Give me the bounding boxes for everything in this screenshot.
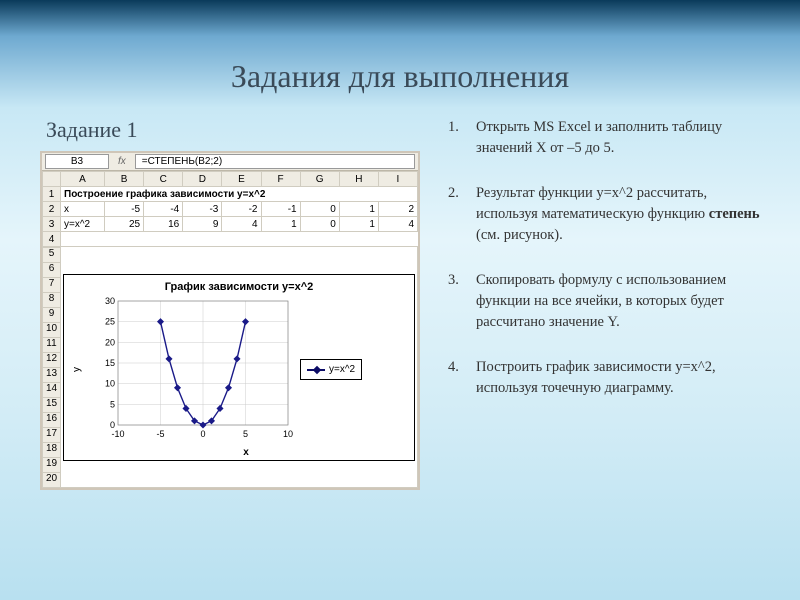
chart-legend: y=x^2 [300,359,362,380]
col-header: H [339,172,378,187]
chart-row: 567891011121314151617181920 График завис… [43,247,418,488]
row-1: 1 Построение графика зависимости y=x^2 [43,187,418,202]
right-column: Открыть MS Excel и заполнить таблицу зна… [448,117,760,490]
chart-plot: 051015202530-10-50510 [84,295,294,445]
col-header: F [261,172,300,187]
col-header: I [378,172,417,187]
svg-text:5: 5 [110,399,115,409]
instruction-item: Результат функции y=x^2 рассчитать, испо… [448,183,760,246]
page-title: Задания для выполнения [40,58,760,95]
fx-icon: fx [112,156,132,167]
col-header [43,172,61,187]
columns: Задание 1 B3 fx =СТЕПЕНЬ(B2;2) ABCDEFGHI… [40,117,760,490]
svg-text:10: 10 [283,429,293,439]
col-header: A [61,172,105,187]
formula-bar: B3 fx =СТЕПЕНЬ(B2;2) [42,153,418,171]
slide: Задания для выполнения Задание 1 B3 fx =… [0,0,800,600]
col-header: D [183,172,222,187]
instruction-list: Открыть MS Excel и заполнить таблицу зна… [448,117,760,399]
name-box: B3 [45,154,109,169]
svg-text:30: 30 [105,296,115,306]
left-column: Задание 1 B3 fx =СТЕПЕНЬ(B2;2) ABCDEFGHI… [40,117,420,490]
col-header: C [144,172,183,187]
chart-title: График зависимости y=x^2 [70,281,408,293]
y-axis-label: y [70,295,84,445]
svg-text:20: 20 [105,337,115,347]
col-header: B [105,172,144,187]
sheet-title: Построение графика зависимости y=x^2 [61,187,418,202]
legend-swatch [307,369,325,371]
col-header: G [300,172,339,187]
worksheet: ABCDEFGHI 1 Построение графика зависимос… [42,171,418,488]
svg-text:10: 10 [105,378,115,388]
svg-text:-5: -5 [156,429,164,439]
formula-input: =СТЕПЕНЬ(B2;2) [135,154,415,169]
x-axis-label: x [84,447,408,458]
row-2: 2x-5-4-3-2-1012 [43,202,418,217]
svg-text:25: 25 [105,316,115,326]
svg-text:15: 15 [105,358,115,368]
embedded-chart: График зависимости y=x^2 y 0 5 10 15 20 25 30 -… [63,274,415,461]
row-4: 4 [43,232,418,247]
svg-text:5: 5 [243,429,248,439]
svg-text:0: 0 [200,429,205,439]
excel-screenshot: B3 fx =СТЕПЕНЬ(B2;2) ABCDEFGHI 1 Построе… [40,151,420,490]
svg-text:-10: -10 [111,429,124,439]
instruction-item: Скопировать формулу с использованием фун… [448,270,760,333]
task-subtitle: Задание 1 [46,117,420,143]
col-header: E [222,172,261,187]
row-3: 3y=x^22516941014 [43,217,418,232]
instruction-item: Построить график зависимости y=x^2, испо… [448,357,760,399]
col-headers: ABCDEFGHI [43,172,418,187]
legend-label: y=x^2 [329,364,355,375]
instruction-item: Открыть MS Excel и заполнить таблицу зна… [448,117,760,159]
